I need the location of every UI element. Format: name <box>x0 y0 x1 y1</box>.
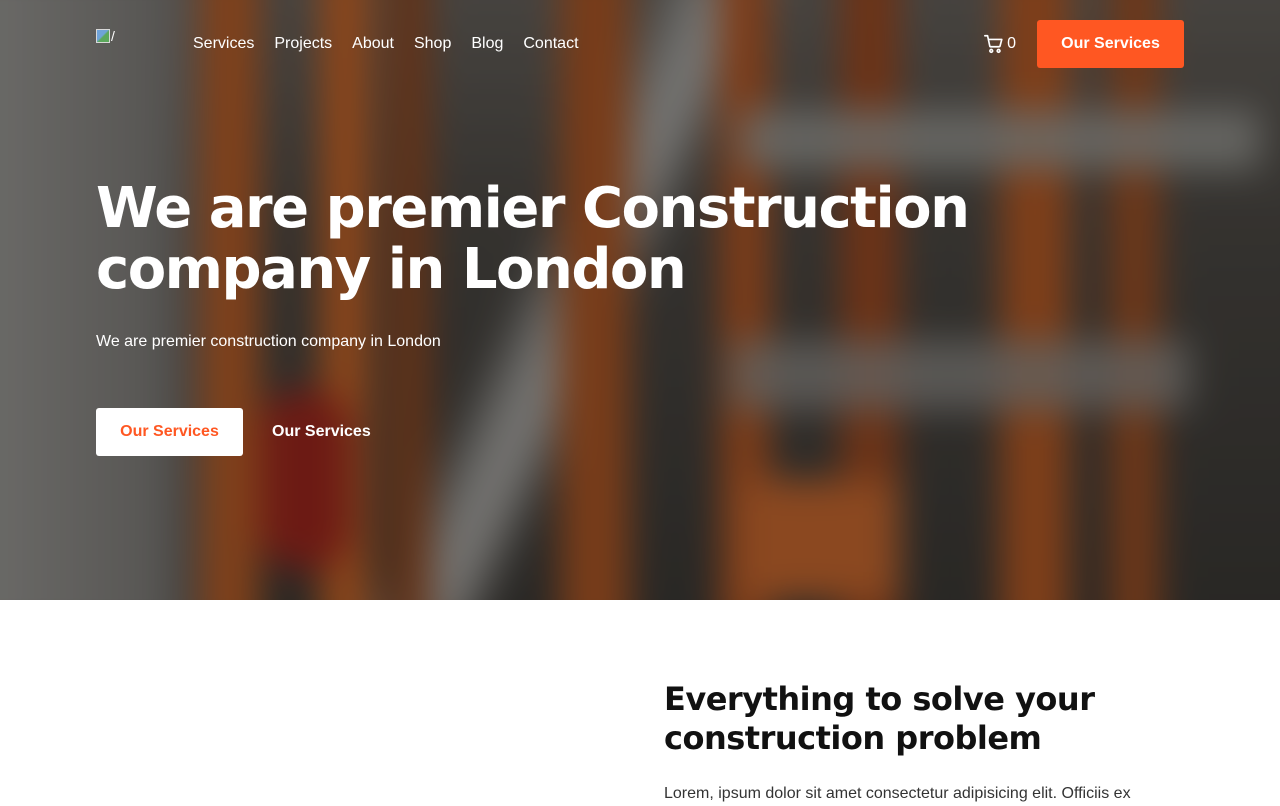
hero-subtitle: We are premier construction company in L… <box>96 333 441 350</box>
hero-title: We are premier Construction company in L… <box>96 176 970 302</box>
nav-link-contact[interactable]: Contact <box>523 35 578 53</box>
nav-links: Services Projects About Shop Blog Contac… <box>193 35 599 53</box>
nav-link-blog[interactable]: Blog <box>471 35 503 53</box>
logo[interactable]: / <box>96 29 116 49</box>
hero-section: / Services Projects About Shop Blog Cont… <box>0 0 1280 600</box>
hero-our-services-button[interactable]: Our Services <box>96 408 243 456</box>
nav-link-services[interactable]: Services <box>193 35 254 53</box>
nav-our-services-button[interactable]: Our Services <box>1037 20 1184 68</box>
logo-alt-text: / <box>111 28 115 44</box>
main-nav: / Services Projects About Shop Blog Cont… <box>96 20 1184 68</box>
section-title: Everything to solve your construction pr… <box>664 680 1095 757</box>
broken-image-icon <box>96 29 110 43</box>
hero-buttons: Our Services Our Services <box>96 408 371 456</box>
nav-right: 0 Our Services <box>983 20 1184 68</box>
shopping-cart-icon <box>984 34 1003 54</box>
nav-link-shop[interactable]: Shop <box>414 35 451 53</box>
intro-section: Everything to solve your construction pr… <box>0 600 1280 802</box>
section-body: Lorem, ipsum dolor sit amet consectetur … <box>664 785 1131 802</box>
nav-link-projects[interactable]: Projects <box>274 35 332 53</box>
cart-count: 0 <box>1007 35 1016 52</box>
nav-link-about[interactable]: About <box>352 35 394 53</box>
hero-our-services-link[interactable]: Our Services <box>272 423 371 441</box>
cart-link[interactable]: 0 <box>983 33 1016 55</box>
